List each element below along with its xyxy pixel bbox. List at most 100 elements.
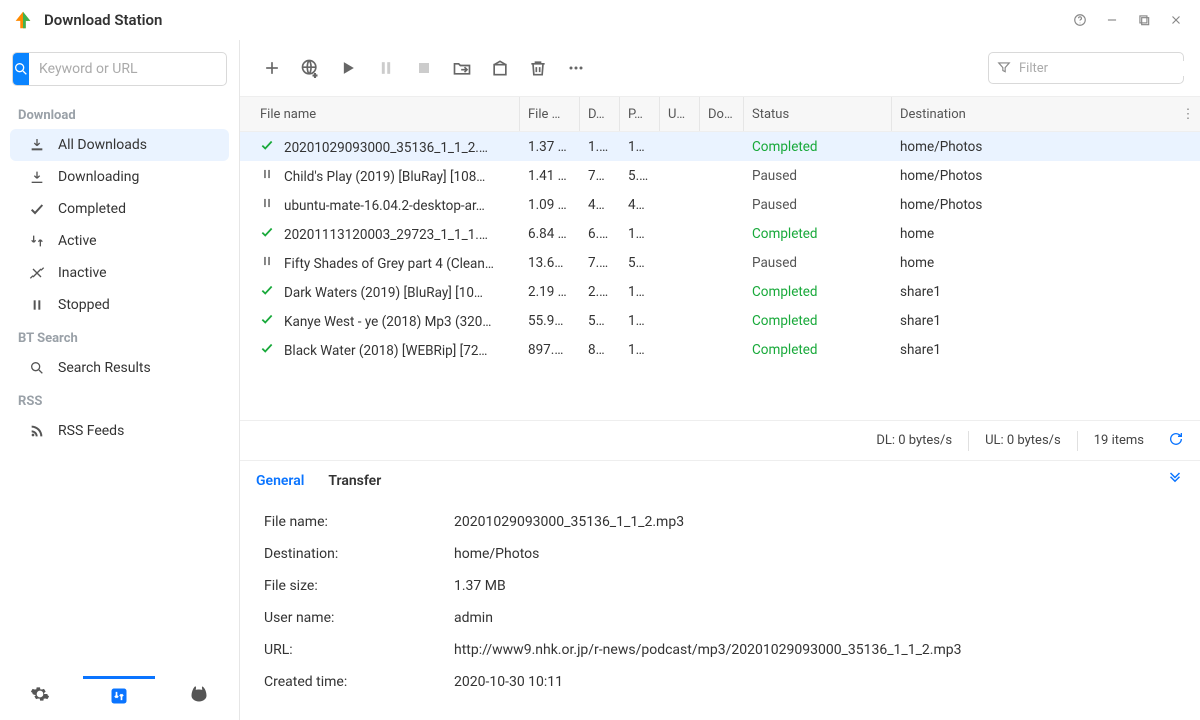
file-name-text: 20201113120003_29723_1_1_1.…: [284, 227, 488, 243]
downloading-icon: [28, 168, 46, 186]
minimize-button[interactable]: [1100, 8, 1124, 32]
delete-button[interactable]: [522, 52, 554, 84]
detail-value: http://www9.nhk.or.jp/r-news/podcast/mp3…: [454, 642, 1176, 658]
pause-icon: [28, 296, 46, 314]
cell-status: Completed: [744, 139, 892, 155]
table-row[interactable]: Kanye West - ye (2018) Mp3 (320… 55.9…5…1…: [240, 306, 1200, 335]
cell-file-name: 20201113120003_29723_1_1_1.…: [252, 225, 520, 243]
check-icon: [260, 225, 278, 239]
cell-file-size: 1.37 …: [520, 139, 580, 155]
footer-tab-settings[interactable]: [4, 676, 76, 716]
emule-icon: [189, 684, 209, 708]
cell-downloaded: 6.…: [580, 226, 620, 242]
pause-icon: [260, 196, 278, 210]
th-file-name[interactable]: File name: [252, 97, 520, 131]
sidebar-item-stopped[interactable]: Stopped: [10, 289, 229, 321]
cell-status: Completed: [744, 342, 892, 358]
filter-input[interactable]: [1019, 61, 1185, 76]
file-name-text: ubuntu-mate-16.04.2-desktop-ar…: [284, 198, 485, 214]
cell-progress: 5.…: [620, 168, 660, 184]
sidebar-item-inactive[interactable]: Inactive: [10, 257, 229, 289]
table-row[interactable]: ubuntu-mate-16.04.2-desktop-ar…1.09 …4…4…: [240, 190, 1200, 219]
toolbar: [240, 40, 1200, 96]
sidebar-item-label: Inactive: [58, 265, 107, 281]
th-status[interactable]: Status: [744, 97, 892, 131]
detail-value: admin: [454, 610, 1176, 626]
sidebar-item-label: Stopped: [58, 297, 110, 313]
search-input[interactable]: [29, 61, 227, 77]
tab-general[interactable]: General: [256, 473, 304, 489]
cell-file-name: ubuntu-mate-16.04.2-desktop-ar…: [252, 196, 520, 214]
sidebar-item-rss-feeds[interactable]: RSS Feeds: [10, 415, 229, 447]
cell-status: Completed: [744, 313, 892, 329]
cell-destination: home/Photos: [892, 139, 1200, 155]
cell-file-name: Black Water (2018) [WEBRip] [72…: [252, 341, 520, 359]
titlebar: Download Station: [0, 0, 1200, 40]
column-menu-button[interactable]: ⋮: [1176, 107, 1200, 122]
detail-panel: File name: 20201029093000_35136_1_1_2.mp…: [240, 500, 1200, 720]
maximize-button[interactable]: [1132, 8, 1156, 32]
table-row[interactable]: 20201113120003_29723_1_1_1.…6.84 …6.…1…C…: [240, 219, 1200, 248]
th-file-size[interactable]: File …: [520, 97, 580, 131]
cell-status: Paused: [744, 168, 892, 184]
th-progress[interactable]: P…: [620, 97, 660, 131]
cell-downloaded: 7.…: [580, 255, 620, 271]
cell-progress: 1…: [620, 313, 660, 329]
sidebar-item-all-downloads[interactable]: All Downloads: [10, 129, 229, 161]
table-row[interactable]: Black Water (2018) [WEBRip] [72…897.…8…1…: [240, 335, 1200, 364]
file-name-text: Kanye West - ye (2018) Mp3 (320…: [284, 314, 491, 330]
more-button[interactable]: [560, 52, 592, 84]
th-upload[interactable]: U…: [660, 97, 700, 131]
sidebar-item-search-results[interactable]: Search Results: [10, 352, 229, 384]
status-ul: UL: 0 bytes/s: [985, 433, 1061, 448]
detail-row-destination: Destination: home/Photos: [264, 546, 1176, 562]
cell-downloaded: 8…: [580, 342, 620, 358]
move-button[interactable]: [446, 52, 478, 84]
close-button[interactable]: [1164, 8, 1188, 32]
search-button[interactable]: [13, 52, 29, 86]
footer-tab-emule[interactable]: [163, 676, 235, 716]
pause-button[interactable]: [370, 52, 402, 84]
sidebar-item-label: Active: [58, 233, 97, 249]
check-icon: [260, 312, 278, 326]
cell-downloaded: 5…: [580, 313, 620, 329]
cell-progress: 4…: [620, 197, 660, 213]
help-button[interactable]: [1068, 8, 1092, 32]
footer-tab-queue[interactable]: [83, 676, 155, 716]
cell-downloaded: 2.…: [580, 284, 620, 300]
search-icon: [28, 359, 46, 377]
table-row[interactable]: Fifty Shades of Grey part 4 (Clean…13.6……: [240, 248, 1200, 277]
table-row[interactable]: Dark Waters (2019) [BluRay] [10…2.19 …2.…: [240, 277, 1200, 306]
th-down-speed[interactable]: Do…: [700, 97, 744, 131]
tab-transfer[interactable]: Transfer: [328, 473, 381, 489]
file-name-text: Dark Waters (2019) [BluRay] [10…: [284, 285, 483, 301]
cell-progress: 1…: [620, 139, 660, 155]
collapse-detail-button[interactable]: [1166, 470, 1184, 492]
cell-file-size: 6.84 …: [520, 226, 580, 242]
table-row[interactable]: Child's Play (2019) [BluRay] [108…1.41 ……: [240, 161, 1200, 190]
sidebar-item-active[interactable]: Active: [10, 225, 229, 257]
detail-tabs: General Transfer: [240, 460, 1200, 500]
cell-downloaded: 1.…: [580, 139, 620, 155]
resume-button[interactable]: [332, 52, 364, 84]
download-icon: [28, 136, 46, 154]
inactive-icon: [28, 264, 46, 282]
edit-button[interactable]: [484, 52, 516, 84]
pause-icon: [260, 167, 278, 181]
table-row[interactable]: 20201029093000_35136_1_1_2.…1.37 …1.…1…C…: [240, 132, 1200, 161]
add-url-button[interactable]: [294, 52, 326, 84]
sidebar-item-downloading[interactable]: Downloading: [10, 161, 229, 193]
check-icon: [260, 341, 278, 355]
sidebar-footer: [0, 672, 239, 720]
detail-label: File size:: [264, 578, 454, 594]
th-destination[interactable]: Destination: [892, 97, 1176, 131]
file-name-text: Black Water (2018) [WEBRip] [72…: [284, 343, 487, 359]
th-downloaded[interactable]: D…: [580, 97, 620, 131]
add-button[interactable]: [256, 52, 288, 84]
sidebar-item-label: All Downloads: [58, 137, 147, 153]
cell-file-size: 55.9…: [520, 313, 580, 329]
stop-button[interactable]: [408, 52, 440, 84]
cell-file-size: 897.…: [520, 342, 580, 358]
refresh-button[interactable]: [1168, 431, 1184, 451]
sidebar-item-completed[interactable]: Completed: [10, 193, 229, 225]
